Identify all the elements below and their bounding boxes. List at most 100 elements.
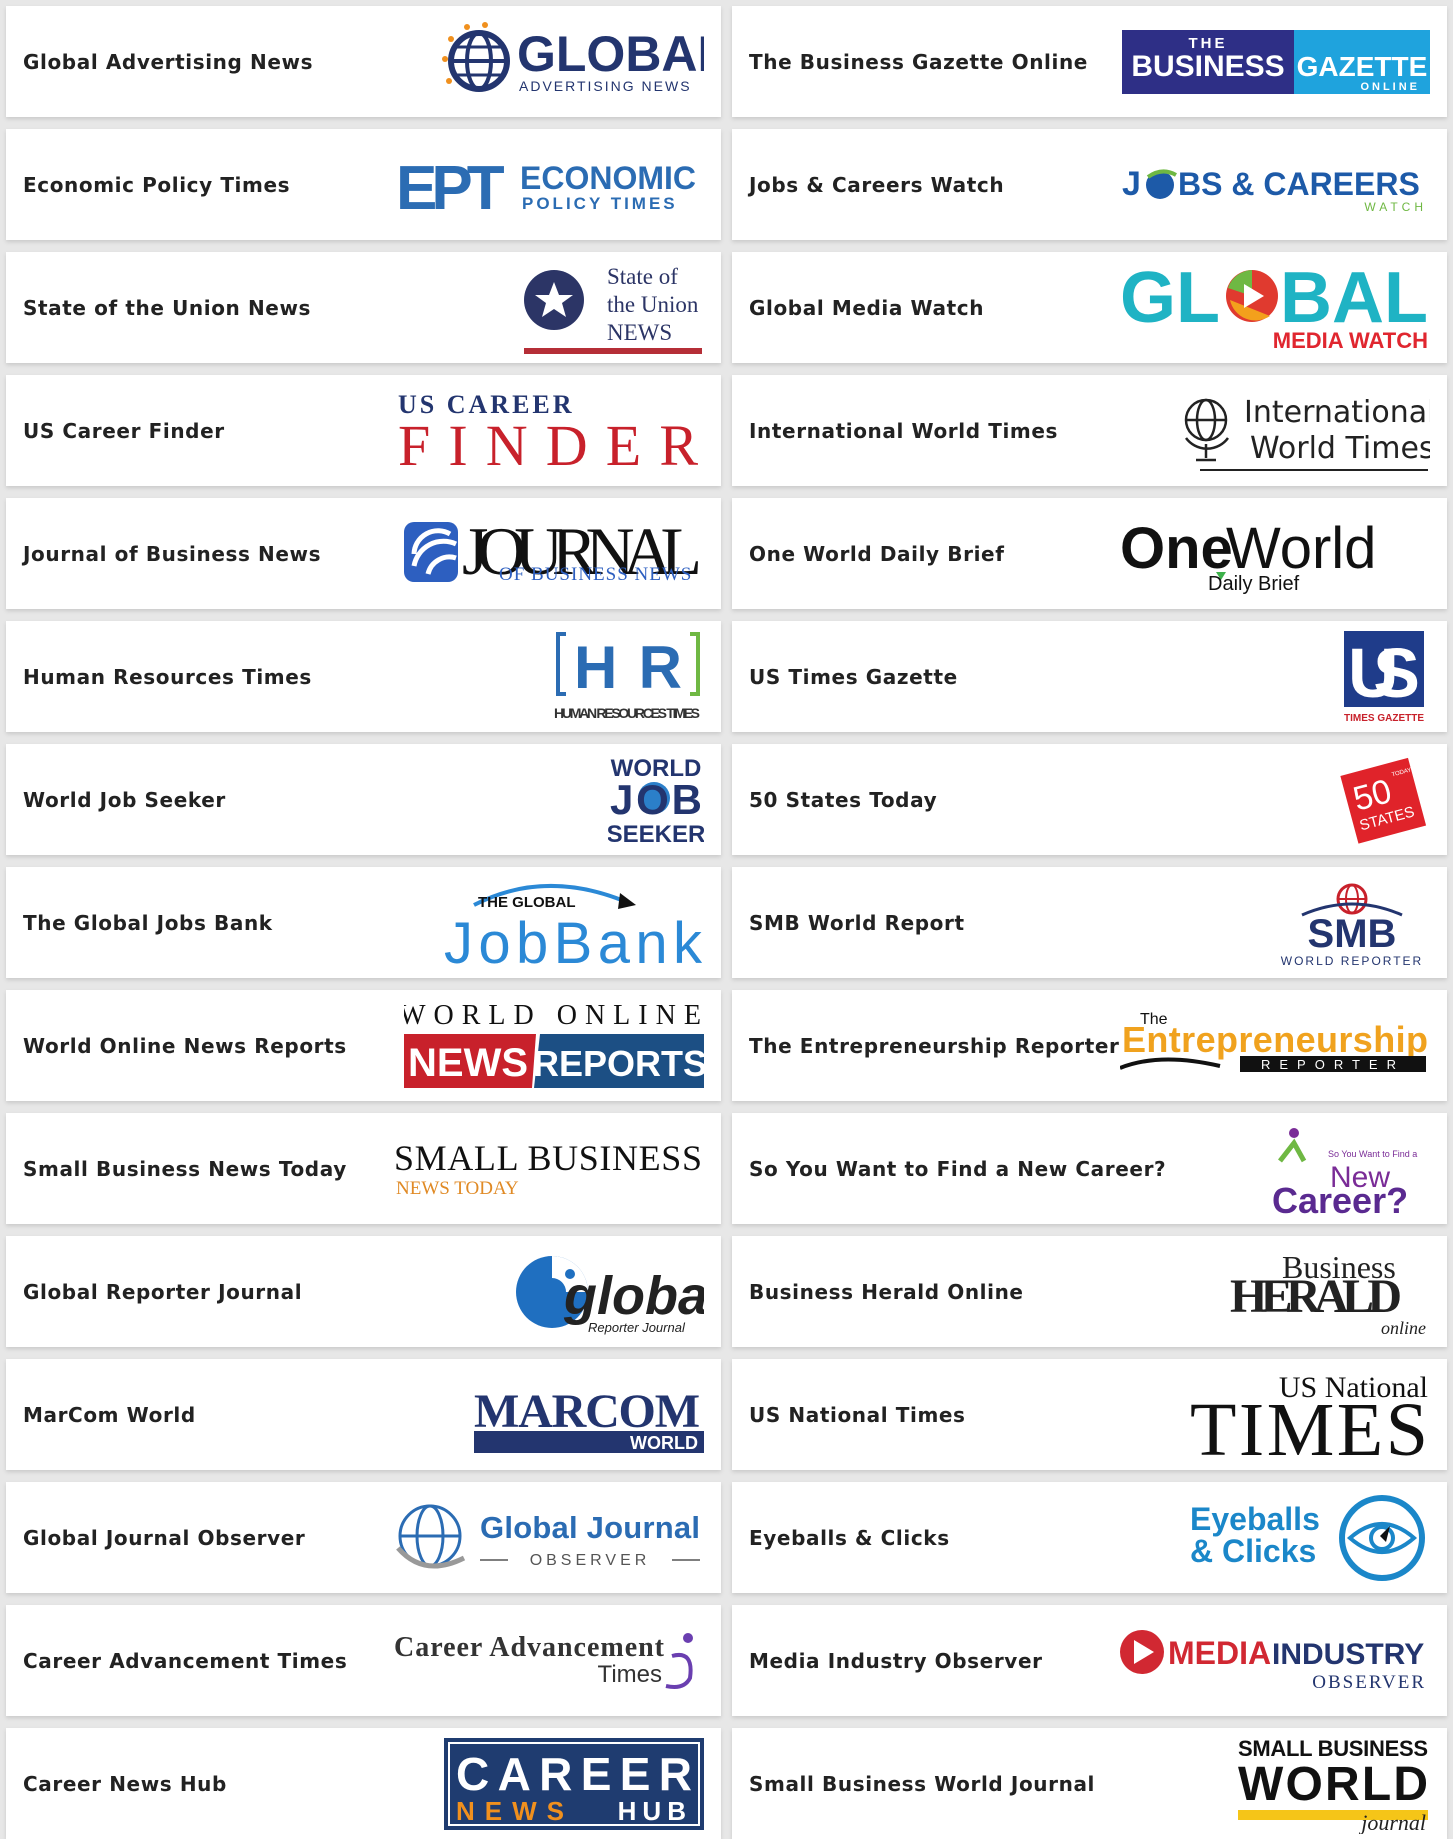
card-international-world-times[interactable]: International World Times International … [732, 375, 1447, 486]
svg-text:Career?: Career? [1272, 1180, 1408, 1217]
publication-name: Global Advertising News [23, 49, 314, 74]
svg-text:SEEKER: SEEKER [608, 821, 704, 848]
one-world-daily-brief-logo: One World Daily Brief [1120, 498, 1430, 609]
svg-text:MEDIA: MEDIA [1168, 1635, 1271, 1671]
international-world-times-logo: International World Times [1180, 375, 1430, 486]
marcom-world-logo: MARCOM WORLD [474, 1359, 704, 1470]
svg-text:online: online [1381, 1318, 1426, 1338]
card-global-media-watch[interactable]: Global Media Watch GL BAL MEDIA WATCH [732, 252, 1447, 363]
publication-name: World Online News Reports [23, 1033, 347, 1058]
svg-text:MARCOM: MARCOM [474, 1385, 700, 1438]
card-state-of-the-union-news[interactable]: State of the Union News State of the Uni… [6, 252, 721, 363]
svg-text:EPT: EPT [396, 154, 505, 217]
card-eyeballs-clicks[interactable]: Eyeballs & Clicks Eyeballs & Clicks [732, 1482, 1447, 1593]
publication-name: SMB World Report [749, 910, 965, 935]
svg-text:BS & CAREERS: BS & CAREERS [1178, 166, 1420, 202]
us-national-times-logo: US National TIMES [1190, 1359, 1430, 1470]
publication-name: US Career Finder [23, 418, 225, 443]
card-media-industry-observer[interactable]: Media Industry Observer MEDIA INDUSTRY O… [732, 1605, 1447, 1716]
svg-text:ECONOMIC: ECONOMIC [520, 160, 696, 196]
svg-text:Times: Times [598, 1661, 662, 1688]
fifty-states-today-logo: 50 STATES TODAY [1334, 744, 1430, 855]
card-global-advertising-news[interactable]: Global Advertising News GLOBAL ADVERTISI… [6, 6, 721, 117]
card-journal-of-business-news[interactable]: Journal of Business News JOURNAL OF BUSI… [6, 498, 721, 609]
svg-text:HR: HR [574, 634, 682, 701]
card-economic-policy-times[interactable]: Economic Policy Times EPT ECONOMIC POLIC… [6, 129, 721, 240]
card-small-business-world-journal[interactable]: Small Business World Journal SMALL BUSIN… [732, 1728, 1447, 1839]
card-human-resources-times[interactable]: Human Resources Times HR HUMAN RESOURCES… [6, 621, 721, 732]
card-small-business-news-today[interactable]: Small Business News Today SMALL BUSINESS… [6, 1113, 721, 1224]
card-business-herald-online[interactable]: Business Herald Online Business HERALD o… [732, 1236, 1447, 1347]
card-world-online-news-reports[interactable]: World Online News Reports WORLD ONLINE N… [6, 990, 721, 1101]
publication-name: Journal of Business News [23, 541, 322, 566]
publication-name: So You Want to Find a New Career? [749, 1156, 1167, 1181]
svg-text:JOB: JOB [610, 776, 702, 823]
card-business-gazette-online[interactable]: The Business Gazette Online THE BUSINESS… [732, 6, 1447, 117]
media-industry-observer-logo: MEDIA INDUSTRY OBSERVER [1120, 1605, 1430, 1716]
svg-text:World: World [1226, 516, 1376, 581]
card-career-news-hub[interactable]: Career News Hub CAREER NEWS HUB [6, 1728, 721, 1839]
svg-text:global: global [563, 1266, 704, 1326]
global-journal-observer-logo: Global Journal OBSERVER [394, 1482, 704, 1593]
svg-text:US: US [1348, 634, 1420, 712]
journal-business-news-logo: JOURNAL OF BUSINESS NEWS [404, 498, 704, 609]
svg-text:Eyeballs: Eyeballs [1190, 1501, 1320, 1537]
svg-text:BUSINESS: BUSINESS [1131, 50, 1284, 83]
svg-text:POLICY TIMES: POLICY TIMES [522, 194, 678, 213]
card-world-job-seeker[interactable]: World Job Seeker WORLD JOB SEEKER [6, 744, 721, 855]
entrepreneurship-reporter-logo: The Entrepreneurship REPORTER [1120, 990, 1430, 1101]
card-us-times-gazette[interactable]: US Times Gazette US TIMES GAZETTE [732, 621, 1447, 732]
card-marcom-world[interactable]: MarCom World MARCOM WORLD [6, 1359, 721, 1470]
card-50-states-today[interactable]: 50 States Today 50 STATES TODAY [732, 744, 1447, 855]
svg-text:FINDER: FINDER [398, 413, 702, 471]
smb-world-reporter-logo: SMB WORLD REPORTER [1274, 867, 1430, 978]
publication-name: World Job Seeker [23, 787, 226, 812]
svg-text:NEWS: NEWS [408, 1041, 528, 1085]
svg-text:WORLD ONLINE: WORLD ONLINE [404, 1000, 704, 1031]
card-global-reporter-journal[interactable]: Global Reporter Journal global Reporter … [6, 1236, 721, 1347]
us-times-gazette-logo: US TIMES GAZETTE [1340, 621, 1430, 732]
svg-text:NEWS: NEWS [607, 320, 672, 345]
card-one-world-daily-brief[interactable]: One World Daily Brief One World Daily Br… [732, 498, 1447, 609]
svg-text:Global Journal: Global Journal [480, 1510, 700, 1545]
card-find-new-career[interactable]: So You Want to Find a New Career? So You… [732, 1113, 1447, 1224]
svg-text:HUB: HUB [618, 1796, 692, 1826]
card-us-career-finder[interactable]: US Career Finder US CAREER FINDER [6, 375, 721, 486]
global-job-bank-logo: THE GLOBAL JobBank [444, 867, 704, 978]
svg-text:BAL: BAL [1280, 264, 1428, 338]
publication-name: Career Advancement Times [23, 1648, 348, 1673]
card-smb-world-report[interactable]: SMB World Report SMB WORLD REPORTER [732, 867, 1447, 978]
svg-text:INDUSTRY: INDUSTRY [1272, 1638, 1424, 1671]
card-us-national-times[interactable]: US National Times US National TIMES [732, 1359, 1447, 1470]
card-career-advancement-times[interactable]: Career Advancement Times Career Advancem… [6, 1605, 721, 1716]
svg-text:OBSERVER: OBSERVER [530, 1552, 651, 1569]
global-advertising-news-logo: GLOBAL ADVERTISING NEWS [439, 6, 704, 117]
card-jobs-careers-watch[interactable]: Jobs & Careers Watch J BS & CAREERS WATC… [732, 129, 1447, 240]
svg-text:OF BUSINESS NEWS: OF BUSINESS NEWS [499, 564, 692, 585]
svg-text:REPORTS: REPORTS [533, 1043, 704, 1084]
publication-name: One World Daily Brief [749, 541, 1005, 566]
business-gazette-logo: THE BUSINESS GAZETTE ONLINE [1122, 6, 1430, 117]
career-news-hub-logo: CAREER NEWS HUB [444, 1728, 704, 1839]
globe-stand-icon [1184, 398, 1230, 461]
card-entrepreneurship-reporter[interactable]: The Entrepreneurship Reporter The Entrep… [732, 990, 1447, 1101]
publication-name: US National Times [749, 1402, 966, 1427]
us-career-finder-logo: US CAREER FINDER [398, 375, 704, 486]
card-global-journal-observer[interactable]: Global Journal Observer Global Journal O… [6, 1482, 721, 1593]
svg-text:Career Advancement: Career Advancement [394, 1632, 665, 1663]
svg-text:NEWS: NEWS [456, 1796, 574, 1826]
svg-text:J: J [1122, 165, 1141, 203]
publication-name: 50 States Today [749, 787, 938, 812]
card-global-jobs-bank[interactable]: The Global Jobs Bank THE GLOBAL JobBank [6, 867, 721, 978]
svg-text:ADVERTISING NEWS: ADVERTISING NEWS [519, 78, 692, 94]
publication-name: The Global Jobs Bank [23, 910, 273, 935]
global-reporter-journal-logo: global Reporter Journal [514, 1236, 704, 1347]
world-online-news-reports-logo: WORLD ONLINE NEWS REPORTS [404, 990, 704, 1101]
svg-text:TIMES: TIMES [1190, 1388, 1428, 1463]
svg-text:State of: State of [607, 264, 678, 289]
svg-text:MEDIA WATCH: MEDIA WATCH [1273, 328, 1428, 352]
publication-name: Economic Policy Times [23, 172, 291, 197]
svg-text:WORLD: WORLD [630, 1433, 698, 1453]
svg-text:ONLINE: ONLINE [1360, 81, 1420, 93]
svg-text:HERALD: HERALD [1230, 1270, 1402, 1323]
